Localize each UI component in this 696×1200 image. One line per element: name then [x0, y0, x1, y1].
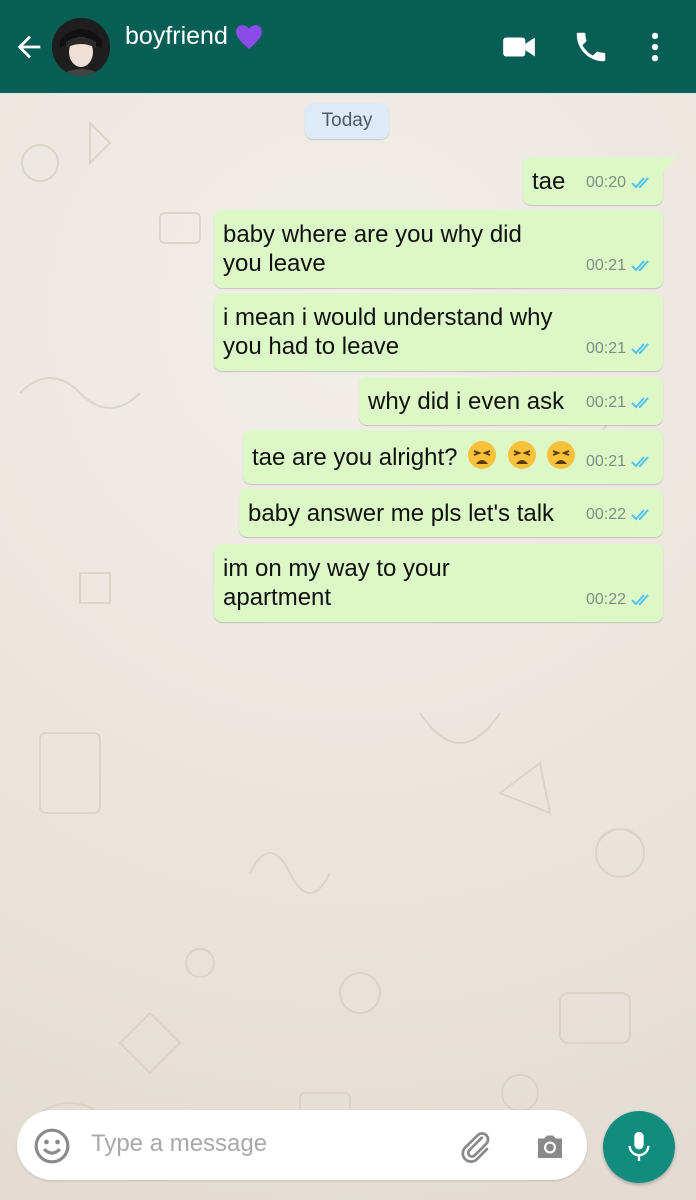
- contact-name: boyfriend: [125, 22, 228, 50]
- message-time: 00:21: [585, 394, 626, 411]
- message-bubble[interactable]: im on my way to your apartment 00:22: [214, 544, 663, 622]
- phone-icon[interactable]: [572, 28, 610, 66]
- avatar[interactable]: [52, 18, 110, 76]
- tired-face-icon: [507, 441, 536, 469]
- message-time: 00:22: [585, 506, 626, 523]
- message-meta: 00:21: [586, 334, 653, 363]
- message-text: baby where are you why did you leave: [223, 221, 522, 277]
- message-text: i mean i would understand why you had to…: [223, 304, 553, 360]
- mic-icon: [628, 1131, 650, 1161]
- message-bubble[interactable]: tae 00:20: [523, 157, 677, 205]
- message-meta: 00:22: [586, 500, 653, 529]
- back-arrow-icon[interactable]: [12, 30, 46, 64]
- message-input[interactable]: Type a message: [91, 1130, 267, 1158]
- message-meta: 00:21: [586, 251, 653, 280]
- camera-icon[interactable]: [532, 1128, 568, 1164]
- message-text: tae are you alright?: [252, 444, 458, 471]
- message-bubble[interactable]: tae are you alright? 00:21: [243, 430, 663, 484]
- message-text: baby answer me pls let's talk: [248, 500, 555, 527]
- message-time: 00:21: [585, 340, 626, 357]
- read-ticks-icon: [631, 176, 649, 188]
- message-bubble[interactable]: i mean i would understand why you had to…: [214, 293, 663, 371]
- contact-title[interactable]: boyfriend: [125, 22, 264, 51]
- message-text: tae: [532, 168, 566, 195]
- read-ticks-icon: [631, 259, 649, 271]
- message-text: im on my way to your apartment: [223, 555, 450, 611]
- read-ticks-icon: [631, 342, 649, 354]
- chat-area[interactable]: Today tae 00:20 baby where are you why d…: [0, 93, 696, 1103]
- read-ticks-icon: [631, 455, 649, 467]
- more-vert-icon[interactable]: [636, 28, 674, 66]
- message-time: 00:20: [585, 174, 626, 191]
- message-bubble[interactable]: baby answer me pls let's talk 00:22: [239, 489, 663, 537]
- message-meta: 00:21: [586, 447, 653, 476]
- tired-face-icon: [468, 441, 497, 469]
- message-bubble[interactable]: why did i even ask 00:21: [359, 377, 663, 425]
- message-text: why did i even ask: [368, 388, 565, 415]
- attach-icon[interactable]: [457, 1128, 493, 1164]
- message-meta: 00:20: [586, 168, 653, 197]
- read-ticks-icon: [631, 593, 649, 605]
- message-time: 00:21: [585, 453, 626, 470]
- voice-record-button[interactable]: [603, 1111, 675, 1183]
- message-bubble[interactable]: baby where are you why did you leave 00:…: [214, 210, 663, 288]
- read-ticks-icon: [631, 508, 649, 520]
- message-meta: 00:21: [586, 388, 653, 417]
- tired-face-icon: [547, 441, 576, 469]
- message-time: 00:22: [585, 591, 626, 608]
- video-call-icon[interactable]: [500, 28, 538, 66]
- chat-header: boyfriend: [0, 0, 696, 93]
- read-ticks-icon: [631, 396, 649, 408]
- date-separator: Today: [305, 103, 389, 139]
- emoji-icon[interactable]: [33, 1127, 71, 1165]
- message-composer: Type a message: [17, 1110, 587, 1180]
- message-meta: 00:22: [586, 585, 653, 614]
- purple-heart-icon: [235, 24, 262, 49]
- message-time: 00:21: [585, 257, 626, 274]
